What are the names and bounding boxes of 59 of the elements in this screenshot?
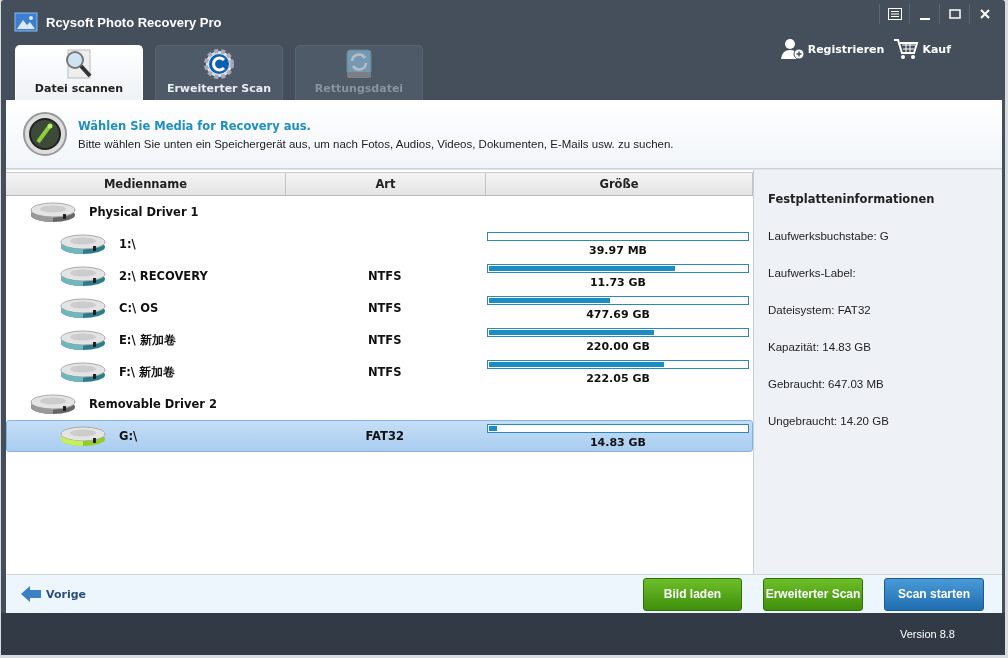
disk-icon bbox=[59, 424, 107, 448]
drive-name: G:\ bbox=[119, 429, 138, 443]
file-system: NTFS bbox=[367, 301, 402, 315]
column-header[interactable]: Medienname bbox=[6, 173, 286, 195]
column-header[interactable]: Art bbox=[286, 173, 486, 195]
back-arrow-icon bbox=[20, 585, 42, 603]
banner-title: Wählen Sie Media for Recovery aus. bbox=[78, 118, 312, 133]
info-line: Dateisystem: FAT32 bbox=[768, 304, 872, 318]
file-system: FAT32 bbox=[365, 429, 404, 443]
maximize-icon bbox=[948, 8, 961, 20]
tab[interactable]: Erweiterter Scan bbox=[155, 45, 283, 100]
disk-icon bbox=[59, 264, 107, 288]
tab[interactable]: Datei scannen bbox=[15, 45, 143, 100]
user-add-icon[interactable] bbox=[780, 38, 805, 60]
app-logo-icon bbox=[14, 12, 38, 32]
disk-icon bbox=[59, 232, 107, 256]
drive-refresh-icon bbox=[343, 48, 375, 80]
target-icon bbox=[22, 111, 68, 157]
back-link[interactable]: Vorige bbox=[20, 585, 86, 603]
selected-row[interactable]: G:\ FAT32 14.83 GB bbox=[6, 420, 753, 452]
gear-icon bbox=[203, 48, 235, 80]
action-button[interactable]: Scan starten bbox=[884, 577, 984, 611]
info-line: Ungebraucht: 14.20 GB bbox=[768, 415, 890, 429]
register-link[interactable]: Registrieren bbox=[807, 42, 885, 56]
disk-icon bbox=[29, 200, 77, 224]
disk-icon bbox=[59, 296, 107, 320]
cart-icon[interactable] bbox=[893, 38, 920, 60]
info-line: Laufwerksbuchstabe: G bbox=[768, 230, 890, 244]
drive-name: F:\ 新加卷 bbox=[119, 364, 176, 380]
drive-size: 39.97 MB bbox=[589, 243, 647, 257]
drive-name: C:\ OS bbox=[119, 301, 159, 315]
file-system: NTFS bbox=[367, 365, 402, 379]
drive-size: 220.00 GB bbox=[586, 339, 650, 353]
banner-text: Bitte wählen Sie unten ein Speichergerät aus, um nach Fotos, Audios, Videos, Dokumenten, E-Mails usw. zu suchen. bbox=[78, 137, 674, 150]
drive-size: 14.83 GB bbox=[589, 435, 646, 449]
drive-size: 222.05 GB bbox=[586, 371, 650, 385]
info-line: Kapazität: 14.83 GB bbox=[768, 341, 872, 355]
column-header[interactable]: Größe bbox=[486, 173, 753, 195]
drive-name: 2:\ RECOVERY bbox=[119, 269, 208, 283]
info-line: Laufwerks-Label: bbox=[768, 267, 857, 281]
file-system: NTFS bbox=[367, 333, 402, 347]
file-system: NTFS bbox=[367, 269, 402, 283]
close-icon bbox=[978, 8, 991, 20]
drive-name: E:\ 新加卷 bbox=[119, 332, 176, 348]
window-title: Rcysoft Photo Recovery Pro bbox=[46, 14, 222, 30]
drive-group-name: Physical Driver 1 bbox=[89, 205, 199, 219]
buy-link[interactable]: Kauf bbox=[922, 42, 951, 56]
menu-icon bbox=[887, 8, 902, 20]
drive-group-name: Removable Driver 2 bbox=[89, 397, 217, 411]
disk-icon bbox=[59, 328, 107, 352]
drive-name: 1:\ bbox=[119, 237, 136, 251]
drive-size: 477.69 GB bbox=[586, 307, 650, 321]
info-title: Festplatteninformationen bbox=[768, 192, 936, 206]
info-line: Gebraucht: 647.03 MB bbox=[768, 378, 885, 392]
version-label: Version 8.8 bbox=[899, 628, 955, 640]
disk-icon bbox=[59, 360, 107, 384]
disk-icon bbox=[29, 392, 77, 416]
minimize-icon bbox=[919, 18, 930, 20]
drive-size: 11.73 GB bbox=[589, 275, 646, 289]
